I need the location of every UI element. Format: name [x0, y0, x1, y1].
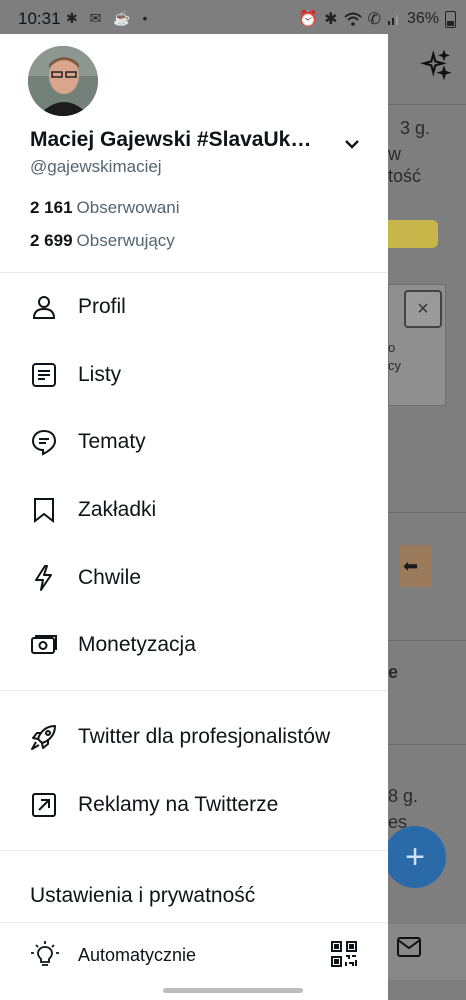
navigation-drawer: Maciej Gajewski #SlavaUk… @gajewskimacie…: [0, 34, 388, 1000]
status-bar: 10:31 ✱ ✉ ☕ • ⏰ ✱ ✆ 36%: [0, 0, 466, 34]
menu-item-label: Listy: [78, 363, 122, 386]
mail-icon[interactable]: [396, 936, 422, 963]
following-label: Obserwowani: [76, 198, 180, 217]
menu-item-label: Chwile: [78, 566, 142, 589]
bg-text: 8 g.: [388, 786, 419, 806]
divider: [0, 922, 388, 923]
display-name[interactable]: Maciej Gajewski #SlavaUk…: [30, 128, 311, 152]
call-icon: ✆: [367, 11, 381, 28]
display-mode-label[interactable]: Automatycznie: [78, 945, 196, 966]
bg-text: cy: [388, 358, 401, 373]
lightbulb-icon[interactable]: [30, 940, 60, 970]
bg-text: tość: [388, 166, 422, 186]
arrow-left-icon: ⬅: [403, 556, 419, 576]
list-icon: [32, 363, 56, 387]
divider: [0, 272, 388, 273]
menu-item-label: Twitter dla profesjonalistów: [78, 725, 331, 748]
menu-item-profile[interactable]: Profil: [0, 277, 388, 337]
bg-text: o: [388, 340, 396, 355]
divider: [0, 690, 388, 691]
topics-icon: [31, 429, 57, 456]
bg-text: e: [388, 662, 399, 682]
close-icon[interactable]: ×: [404, 290, 442, 328]
bg-text: 3 g.: [400, 118, 431, 138]
menu-item-topics[interactable]: Tematy: [0, 412, 388, 472]
following-count: 2 161: [30, 198, 73, 217]
menu-item-monetization[interactable]: Monetyzacja: [0, 615, 388, 675]
money-icon: [31, 635, 57, 654]
followers-count: 2 699: [30, 231, 73, 250]
divider: [388, 744, 466, 745]
notification-icons: ✱ ✉ ☕ •: [66, 10, 152, 26]
status-time: 10:31: [18, 9, 61, 28]
menu-item-label: Reklamy na Twitterze: [78, 793, 279, 816]
menu-item-professionals[interactable]: Twitter dla profesjonalistów: [0, 707, 388, 767]
signal-icon: [387, 15, 398, 25]
bg-banner: [388, 220, 438, 248]
alarm-icon: ⏰: [298, 11, 319, 28]
followers-stat[interactable]: 2 699 Obserwujący: [30, 231, 175, 251]
battery-icon: [445, 10, 456, 28]
qr-code-icon[interactable]: [330, 940, 358, 968]
settings-and-privacy[interactable]: Ustawienia i prywatność: [30, 884, 255, 908]
following-stat[interactable]: 2 161 Obserwowani: [30, 198, 180, 218]
user-handle: @gajewskimaciej: [30, 157, 162, 176]
bg-text: w: [388, 144, 401, 164]
menu-item-label: Profil: [78, 295, 126, 318]
menu-item-label: Monetyzacja: [78, 633, 196, 656]
divider: [388, 104, 466, 105]
wifi-icon: [343, 12, 362, 26]
home-indicator: [163, 988, 303, 993]
compose-button[interactable]: +: [384, 826, 446, 888]
menu-item-bookmarks[interactable]: Zakładki: [0, 480, 388, 540]
rocket-icon: [31, 725, 56, 750]
chevron-down-icon[interactable]: [342, 134, 362, 154]
status-right-icons: ⏰ ✱ ✆ 36%: [298, 9, 456, 29]
followers-label: Obserwujący: [76, 231, 175, 250]
menu-item-lists[interactable]: Listy: [0, 345, 388, 405]
menu-item-twitter-ads[interactable]: Reklamy na Twitterze: [0, 775, 388, 835]
sparkle-icon[interactable]: [419, 49, 452, 87]
menu-item-moments[interactable]: Chwile: [0, 548, 388, 608]
external-arrow-icon: [32, 793, 56, 817]
divider: [388, 640, 466, 641]
bluetooth-icon: ✱: [324, 11, 338, 28]
divider: [388, 512, 466, 513]
person-icon: [32, 296, 56, 319]
avatar[interactable]: [28, 46, 98, 116]
lightning-icon: [35, 565, 52, 591]
menu-item-label: Tematy: [78, 430, 146, 453]
bookmark-icon: [34, 498, 54, 524]
battery-label: 36%: [406, 10, 439, 27]
divider: [0, 850, 388, 851]
menu-item-label: Zakładki: [78, 498, 157, 521]
